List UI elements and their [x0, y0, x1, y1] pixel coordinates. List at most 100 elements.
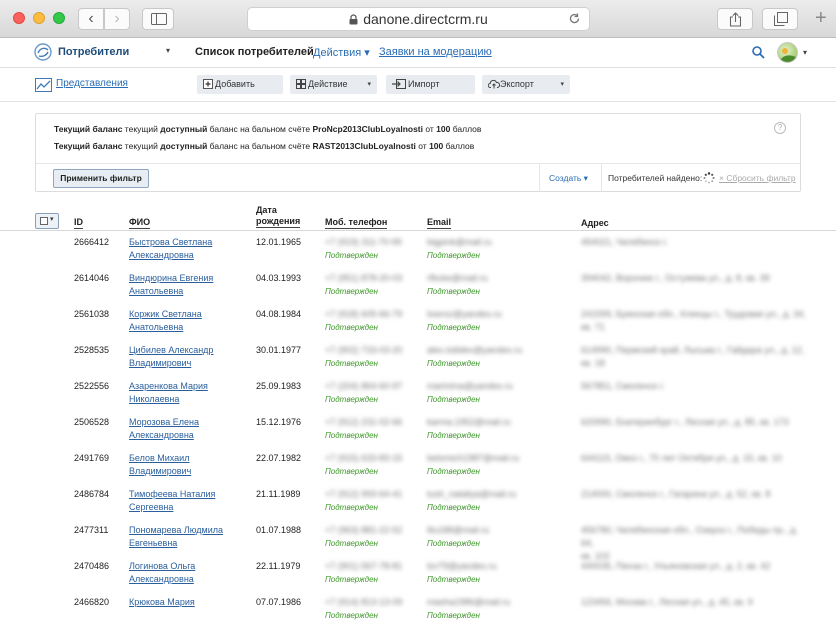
table-row: 2466820 Крюкова Мария 07.07.1986 +7 (914…: [0, 592, 836, 628]
row-id: 2528535: [74, 345, 110, 355]
action-dropdown-label: Действие: [308, 79, 348, 89]
column-header-email[interactable]: Email: [427, 217, 452, 229]
browser-toolbar: ‹ › danone.directcrm.ru +: [0, 0, 836, 38]
email-confirmed-badge: Подтвержден: [427, 611, 480, 620]
section-dropdown-caret[interactable]: ▾: [166, 46, 170, 55]
condition-text: баллов: [443, 141, 475, 151]
address-bar[interactable]: danone.directcrm.ru: [247, 7, 590, 31]
add-button[interactable]: Добавить: [197, 75, 283, 94]
reload-icon[interactable]: [568, 12, 581, 25]
email-value: bigpink@mail.ru: [427, 237, 492, 247]
row-dob: 21.11.1989: [256, 489, 301, 499]
phone-confirmed-badge: Подтвержден: [325, 251, 378, 260]
table-row: 2522556 Азаренкова Мария Николаевна 25.09…: [0, 376, 836, 412]
email-confirmed-badge: Подтвержден: [427, 575, 480, 584]
user-menu-caret[interactable]: ▾: [803, 48, 807, 57]
name-line: Александровна: [129, 430, 194, 440]
table-row: 2477311 Пономарева Людмила Евгеньевна 01.…: [0, 520, 836, 561]
consumer-name-link[interactable]: Виндюрина Евгения Анатольевна: [129, 272, 239, 298]
address-line: 567851, Смоленск г.: [581, 381, 665, 391]
consumer-name-link[interactable]: Белов Михаил Владимирович: [129, 452, 239, 478]
row-dob: 22.11.1979: [256, 561, 301, 571]
filter-condition: Текущий баланс текущий доступный баланс …: [54, 141, 474, 151]
column-header-dob-line1: Дата: [256, 205, 277, 215]
column-header-phone[interactable]: Моб. телефон: [325, 217, 388, 229]
table-row: 2528535 Цибилев Александр Владимирович 30…: [0, 340, 836, 376]
action-dropdown[interactable]: Действие ▾: [290, 75, 377, 94]
consumer-name-link[interactable]: Морозова Елена Александровна: [129, 416, 239, 442]
chevron-down-icon: ▾: [50, 216, 54, 223]
name-line: Александровна: [129, 574, 194, 584]
share-icon: [729, 12, 742, 27]
phone-value: +7 (902) 733-03-20: [325, 345, 403, 355]
grid-icon: [296, 79, 306, 89]
export-dropdown[interactable]: Экспорт ▾: [482, 75, 570, 94]
share-button[interactable]: [717, 8, 753, 30]
select-all-checkbox-dropdown[interactable]: ▾: [35, 213, 59, 229]
row-email: lsv79@yandex.ru Подтвержден: [427, 560, 497, 586]
row-phone: +7 (963) 881-22-52 Подтвержден: [325, 524, 402, 550]
close-window-button[interactable]: [13, 12, 25, 24]
sidebar-toggle-button[interactable]: [142, 8, 174, 30]
filter-footer: Применить фильтр Создать ▾ Потребителей …: [36, 163, 800, 192]
column-header-dob[interactable]: Дата рождения: [256, 205, 301, 228]
import-button[interactable]: Импорт: [386, 75, 475, 94]
phone-value: +7 (919) 311-70-99: [325, 237, 402, 247]
table-header: ▾ ID ФИО Дата рождения Моб. телефон Emai…: [0, 204, 836, 231]
views-link[interactable]: Представления: [56, 78, 128, 89]
email-confirmed-badge: Подтвержден: [427, 467, 480, 476]
email-confirmed-badge: Подтвержден: [427, 359, 480, 368]
condition-field: Текущий баланс: [54, 141, 123, 151]
show-tabs-button[interactable]: [762, 8, 798, 30]
row-id: 2522556: [74, 381, 110, 391]
new-tab-button[interactable]: +: [815, 8, 827, 28]
moderation-requests-link[interactable]: Заявки на модерацию: [379, 46, 492, 58]
avatar-image-icon: [780, 48, 796, 62]
phone-value: +7 (963) 881-22-52: [325, 525, 403, 535]
forward-button[interactable]: ›: [104, 8, 130, 30]
row-id: 2466820: [74, 597, 110, 607]
email-value: lowroz@yandex.ru: [427, 309, 502, 319]
consumer-name-link[interactable]: Быстрова Светлана Александровна: [129, 236, 239, 262]
row-address: 123456, Москва г., Лесная ул., д. 45, кв…: [581, 596, 811, 609]
row-phone: +7 (914) 813-13-09 Подтвержден: [325, 596, 402, 622]
table-row: 2561038 Коржик Светлана Анатольевна 04.08…: [0, 304, 836, 340]
condition-text: от: [415, 141, 430, 151]
email-confirmed-badge: Подтвержден: [427, 539, 480, 548]
condition-text: текущий: [122, 124, 161, 134]
row-phone: +7 (912) 993-64-41 Подтвержден: [325, 488, 402, 514]
condition-text: от: [423, 124, 437, 134]
phone-value: +7 (901) 567-78-81: [325, 561, 403, 571]
column-header-id[interactable]: ID: [74, 217, 83, 229]
zoom-window-button[interactable]: [53, 12, 65, 24]
address-line: 456780, Челябинская обл., Озерск г., Поб…: [581, 525, 798, 548]
consumer-name-link[interactable]: Коржик Светлана Анатольевна: [129, 308, 239, 334]
phone-value: +7 (912) 993-64-41: [325, 489, 403, 499]
row-dob: 12.01.1965: [256, 237, 302, 247]
row-id: 2561038: [74, 309, 110, 319]
consumer-name-link[interactable]: Цибилев Александр Владимирович: [129, 344, 239, 370]
reset-filter-link[interactable]: × Сбросить фильтр: [719, 173, 796, 183]
row-email: tush_nataliya@mail.ru Подтвержден: [427, 488, 516, 514]
row-address: 644115, Омск г., 70 лет Октября ул., д. …: [581, 452, 811, 465]
actions-menu[interactable]: Действия ▾: [313, 46, 370, 59]
create-dropdown[interactable]: Создать ▾: [539, 164, 602, 192]
help-icon[interactable]: ?: [774, 122, 786, 134]
row-email: masha1986@mail.ru Подтвержден: [427, 596, 510, 622]
search-icon[interactable]: [752, 46, 765, 59]
phone-confirmed-badge: Подтвержден: [325, 503, 378, 512]
tabs-icon: [774, 12, 788, 26]
column-header-name[interactable]: ФИО: [129, 217, 151, 229]
name-line: Николаевна: [129, 394, 180, 404]
phone-value: +7 (915) 633-83-15: [325, 453, 403, 463]
back-button[interactable]: ‹: [78, 8, 104, 30]
section-title[interactable]: Потребители: [58, 46, 129, 58]
consumer-name-link[interactable]: Тимофеева Наталия Сергеевна: [129, 488, 239, 514]
consumer-name-link[interactable]: Логинова Ольга Александровна: [129, 560, 239, 586]
user-avatar[interactable]: [777, 42, 798, 63]
minimize-window-button[interactable]: [33, 12, 45, 24]
consumer-name-link[interactable]: Азаренкова Мария Николаевна: [129, 380, 239, 406]
consumer-name-link[interactable]: Крюкова Мария: [129, 596, 239, 609]
consumer-name-link[interactable]: Пономарева Людмила Евгеньевна: [129, 524, 239, 550]
apply-filter-button[interactable]: Применить фильтр: [53, 169, 149, 188]
